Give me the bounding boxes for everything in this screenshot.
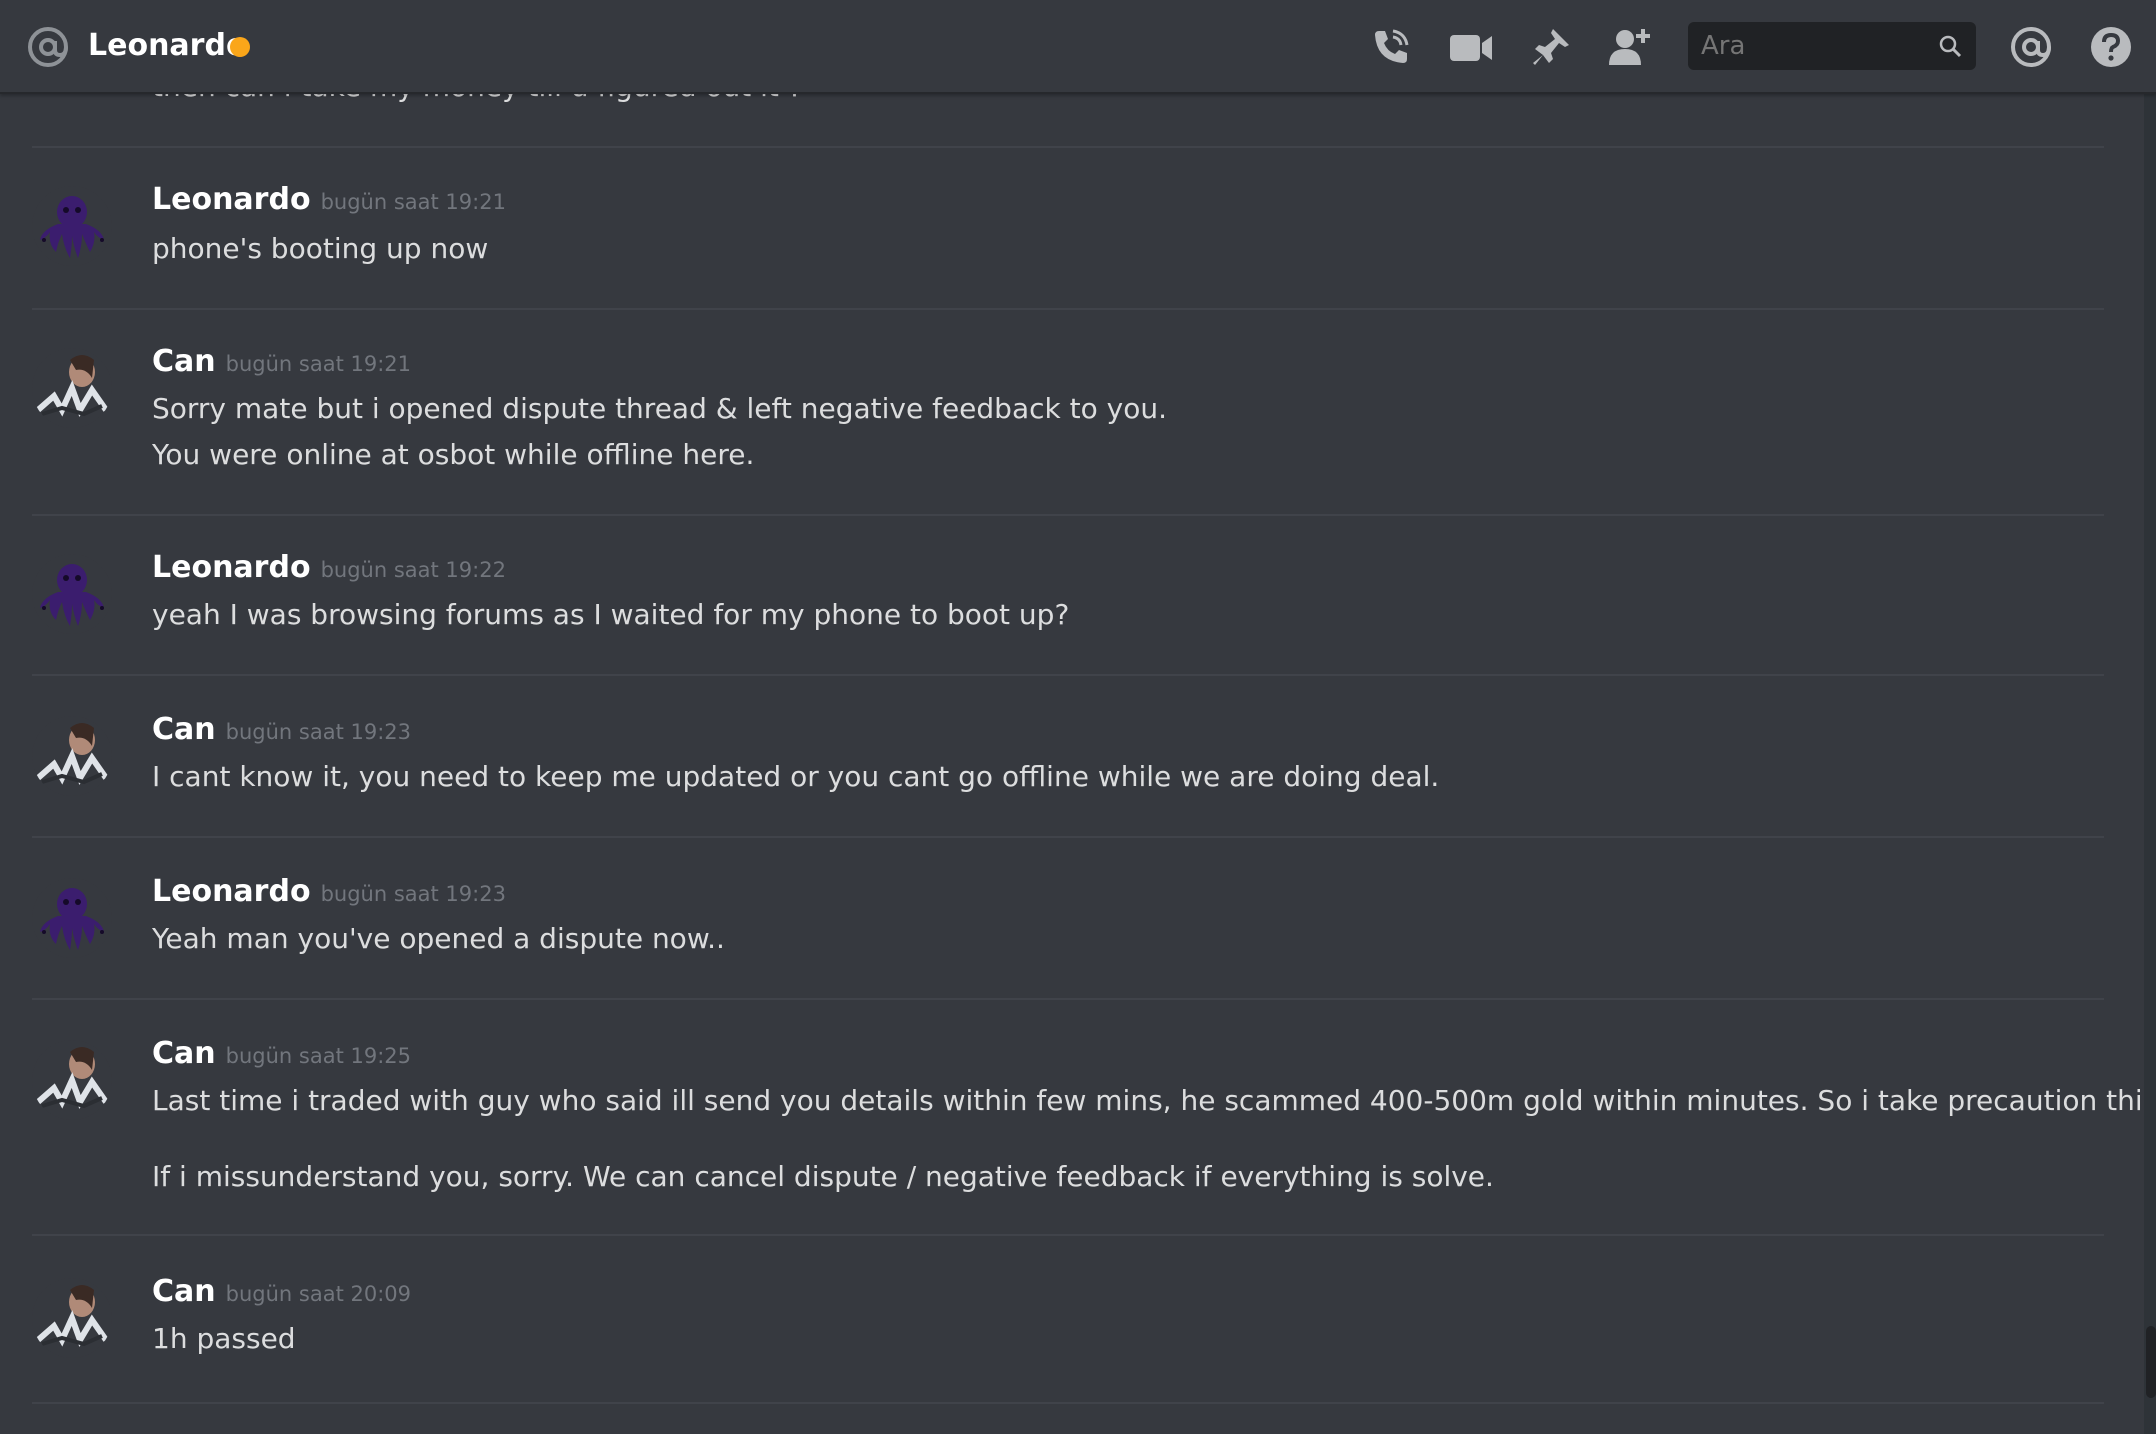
message-header: Can bugün saat 19:23 bbox=[152, 712, 411, 752]
username[interactable]: Leonardo bbox=[152, 874, 311, 909]
message-divider bbox=[32, 146, 2104, 148]
username[interactable]: Can bbox=[152, 1274, 216, 1309]
message-divider bbox=[32, 514, 2104, 516]
message-divider bbox=[32, 674, 2104, 676]
avatar-can[interactable] bbox=[32, 1278, 112, 1358]
message-divider bbox=[32, 998, 2104, 1000]
message-text: phone's booting up now bbox=[152, 232, 489, 265]
timestamp[interactable]: bugün saat 19:23 bbox=[321, 882, 506, 906]
message-text: If i missunderstand you, sorry. We can c… bbox=[152, 1160, 1494, 1193]
avatar-octopus[interactable] bbox=[32, 878, 112, 958]
message-divider bbox=[32, 1402, 2104, 1404]
search-input[interactable] bbox=[1701, 22, 1931, 70]
at-icon bbox=[26, 25, 70, 69]
search-bar[interactable] bbox=[1688, 22, 1976, 70]
message-text: I cant know it, you need to keep me upda… bbox=[152, 760, 1440, 793]
help-icon[interactable] bbox=[2084, 20, 2138, 74]
avatar-octopus[interactable] bbox=[32, 554, 112, 634]
message-list[interactable]: then can i take my money till u figured … bbox=[0, 0, 2140, 1434]
channel-title: Leonardo bbox=[88, 28, 247, 63]
pin-icon[interactable] bbox=[1524, 20, 1578, 74]
avatar-octopus[interactable] bbox=[32, 186, 112, 266]
scrollbar-thumb[interactable] bbox=[2146, 1326, 2156, 1398]
timestamp[interactable]: bugün saat 19:21 bbox=[321, 190, 506, 214]
username[interactable]: Leonardo bbox=[152, 182, 311, 217]
message-text: You were online at osbot while offline h… bbox=[152, 438, 755, 471]
message-text: Last time i traded with guy who said ill… bbox=[152, 1084, 2140, 1117]
timestamp[interactable]: bugün saat 19:21 bbox=[226, 352, 411, 376]
message-text: Sorry mate but i opened dispute thread &… bbox=[152, 392, 1167, 425]
phone-call-icon[interactable] bbox=[1364, 20, 1418, 74]
message-text: yeah I was browsing forums as I waited f… bbox=[152, 598, 1070, 631]
message-header: Can bugün saat 19:21 bbox=[152, 344, 411, 384]
search-icon[interactable] bbox=[1938, 34, 1962, 58]
message-header: Leonardo bugün saat 19:23 bbox=[152, 874, 506, 914]
avatar-can[interactable] bbox=[32, 348, 112, 428]
timestamp[interactable]: bugün saat 19:25 bbox=[226, 1044, 411, 1068]
username[interactable]: Can bbox=[152, 344, 216, 379]
message-divider bbox=[32, 836, 2104, 838]
video-camera-icon[interactable] bbox=[1444, 20, 1498, 74]
scrollbar-track[interactable] bbox=[2144, 94, 2156, 1434]
avatar-can[interactable] bbox=[32, 1040, 112, 1120]
message-header: Leonardo bugün saat 19:22 bbox=[152, 550, 506, 590]
message-text: Yeah man you've opened a dispute now.. bbox=[152, 922, 725, 955]
channel-header: Leonardo bbox=[0, 0, 2156, 94]
timestamp[interactable]: bugün saat 19:23 bbox=[226, 720, 411, 744]
message-header: Leonardo bugün saat 19:21 bbox=[152, 182, 506, 222]
message-divider bbox=[32, 1234, 2104, 1236]
app-window: then can i take my money till u figured … bbox=[0, 0, 2156, 1434]
avatar-can[interactable] bbox=[32, 716, 112, 796]
username[interactable]: Can bbox=[152, 1036, 216, 1071]
mentions-icon[interactable] bbox=[2004, 20, 2058, 74]
add-friend-icon[interactable] bbox=[1604, 20, 1658, 74]
status-indicator bbox=[230, 37, 250, 57]
timestamp[interactable]: bugün saat 19:22 bbox=[321, 558, 506, 582]
username[interactable]: Leonardo bbox=[152, 550, 311, 585]
username[interactable]: Can bbox=[152, 712, 216, 747]
message-text: 1h passed bbox=[152, 1322, 296, 1355]
timestamp[interactable]: bugün saat 20:09 bbox=[226, 1282, 411, 1306]
message-divider bbox=[32, 308, 2104, 310]
message-header: Can bugün saat 20:09 bbox=[152, 1274, 411, 1314]
message-header: Can bugün saat 19:25 bbox=[152, 1036, 411, 1076]
